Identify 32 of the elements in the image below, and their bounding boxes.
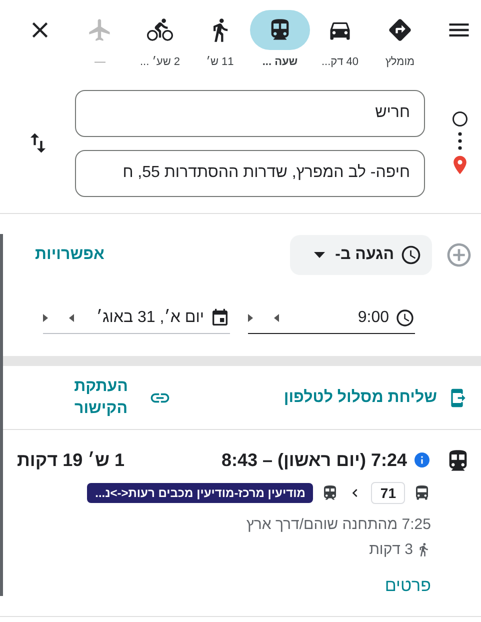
options-link[interactable]: אפשרויות — [35, 246, 104, 264]
calendar-icon — [210, 308, 230, 328]
destination-field[interactable]: חיפה- לב המפרץ, שדרות ההסתדרות 55, ח — [75, 150, 425, 196]
bus-icon — [413, 484, 431, 502]
stepper-arrows-icon[interactable] — [248, 312, 280, 322]
travel-mode-tab[interactable]: 2 שע׳ ... — [130, 10, 190, 68]
clock-icon — [400, 244, 422, 266]
time-field[interactable]: 9:00 — [248, 302, 415, 334]
caret-icon — [314, 252, 326, 258]
copy-link-button[interactable]: העתקת הקישור — [61, 376, 141, 420]
clock-icon — [395, 308, 415, 328]
date-field[interactable]: יום א׳, 31 באוג׳ — [43, 302, 230, 334]
bicycle-icon — [147, 17, 173, 43]
details-link[interactable]: פרטים — [384, 576, 431, 596]
travel-mode-tab[interactable]: מומלץ — [370, 10, 430, 68]
departure-info: 7:25 מהתחנה שוהם/דרך ארץ — [246, 516, 431, 533]
add-stop-icon[interactable] — [445, 241, 473, 269]
route-duration: 1 ש׳ 19 דקות — [17, 450, 124, 470]
airplane-icon — [87, 17, 113, 43]
dots-icon — [458, 132, 462, 150]
send-to-phone-link[interactable]: שליחת מסלול לטלפון — [284, 388, 437, 406]
origin-field[interactable]: חריש — [75, 90, 425, 136]
train-line-badge: מודיעין מרכז-מודיעין מכבים רעות<->נ... — [87, 483, 314, 503]
turn-sign-icon — [387, 17, 413, 43]
travel-mode-tab[interactable]: 11 ש׳ — [190, 10, 250, 68]
walk-duration: 3 דקות — [369, 541, 413, 558]
stepper-arrows-icon[interactable] — [43, 312, 75, 322]
bus-line-number: 71 — [371, 482, 405, 504]
info-icon[interactable] — [413, 451, 431, 469]
travel-mode-tab[interactable]: 40 דק... — [310, 10, 370, 68]
route-times: 7:24 (יום ראשון) – 8:43 — [221, 450, 407, 470]
arrive-by-dropdown[interactable]: הגעה ב- — [290, 235, 432, 275]
